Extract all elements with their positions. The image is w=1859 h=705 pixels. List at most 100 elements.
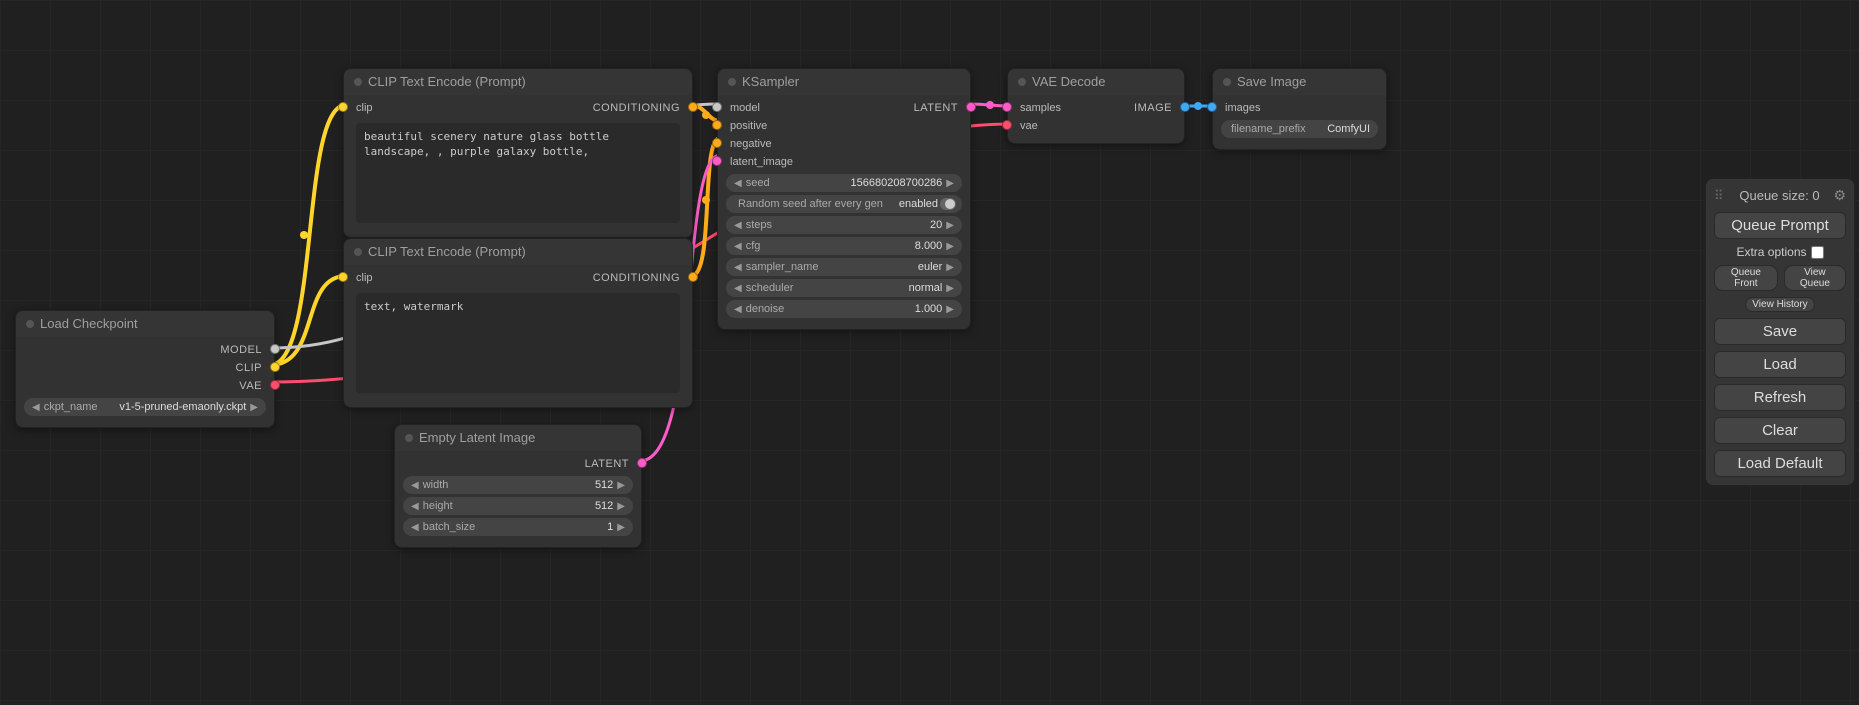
port-image-out[interactable] (1180, 102, 1190, 112)
node-clip-positive[interactable]: CLIP Text Encode (Prompt) clip CONDITION… (343, 68, 693, 238)
arrow-right-icon[interactable]: ▶ (248, 402, 260, 413)
widget-seed[interactable]: ◀seed156680208700286▶ (726, 174, 962, 192)
widget-steps[interactable]: ◀steps20▶ (726, 216, 962, 234)
port-latent-image-in[interactable] (712, 156, 722, 166)
widget-filename-prefix[interactable]: filename_prefix ComfyUI (1221, 120, 1378, 138)
port-latent-out[interactable] (966, 102, 976, 112)
port-vae[interactable] (270, 380, 280, 390)
output-label-image: IMAGE (1134, 102, 1172, 114)
node-title[interactable]: CLIP Text Encode (Prompt) (344, 239, 692, 265)
collapse-dot-icon[interactable] (1223, 78, 1231, 86)
arrow-right-icon[interactable]: ▶ (615, 522, 627, 533)
widget-label: height (423, 500, 453, 512)
arrow-left-icon[interactable]: ◀ (732, 241, 744, 252)
collapse-dot-icon[interactable] (405, 434, 413, 442)
collapse-dot-icon[interactable] (26, 320, 34, 328)
port-positive-in[interactable] (712, 120, 722, 130)
port-images-in[interactable] (1207, 102, 1217, 112)
port-vae-in[interactable] (1002, 120, 1012, 130)
port-clip-in[interactable] (338, 102, 348, 112)
output-label-conditioning: CONDITIONING (593, 272, 680, 284)
queue-front-button[interactable]: Queue Front (1714, 265, 1778, 291)
port-clip[interactable] (270, 362, 280, 372)
widget-value: v1-5-pruned-emaonly.ckpt (119, 401, 246, 413)
port-clip-in[interactable] (338, 272, 348, 282)
toggle-icon[interactable] (940, 198, 956, 210)
control-panel[interactable]: ⠿ Queue size: 0 ⚙ Queue Prompt Extra opt… (1705, 178, 1855, 486)
save-button[interactable]: Save (1714, 318, 1846, 345)
node-empty-latent[interactable]: Empty Latent Image LATENT ◀width512▶ ◀he… (394, 424, 642, 548)
widget-label: batch_size (423, 521, 476, 533)
widget-width[interactable]: ◀width512▶ (403, 476, 633, 494)
node-vae-decode[interactable]: VAE Decode samplesIMAGE vae (1007, 68, 1185, 144)
refresh-button[interactable]: Refresh (1714, 384, 1846, 411)
widget-value: 8.000 (915, 240, 943, 252)
collapse-dot-icon[interactable] (354, 78, 362, 86)
port-conditioning-out[interactable] (688, 102, 698, 112)
arrow-right-icon[interactable]: ▶ (944, 262, 956, 273)
extra-options-checkbox[interactable] (1811, 246, 1824, 259)
widget-sampler-name[interactable]: ◀sampler_nameeuler▶ (726, 258, 962, 276)
prompt-textarea[interactable]: text, watermark (356, 293, 680, 393)
arrow-left-icon[interactable]: ◀ (732, 283, 744, 294)
load-default-button[interactable]: Load Default (1714, 450, 1846, 477)
arrow-right-icon[interactable]: ▶ (944, 241, 956, 252)
node-title[interactable]: Empty Latent Image (395, 425, 641, 451)
widget-batch-size[interactable]: ◀batch_size1▶ (403, 518, 633, 536)
widget-label: ckpt_name (44, 401, 98, 413)
port-model-in[interactable] (712, 102, 722, 112)
node-clip-negative[interactable]: CLIP Text Encode (Prompt) clip CONDITION… (343, 238, 693, 408)
view-queue-button[interactable]: View Queue (1784, 265, 1846, 291)
arrow-left-icon[interactable]: ◀ (409, 501, 421, 512)
widget-label: Random seed after every gen (738, 198, 883, 210)
view-history-button[interactable]: View History (1745, 297, 1814, 312)
widget-scheduler[interactable]: ◀schedulernormal▶ (726, 279, 962, 297)
arrow-left-icon[interactable]: ◀ (732, 304, 744, 315)
arrow-left-icon[interactable]: ◀ (732, 220, 744, 231)
widget-ckpt-name[interactable]: ◀ ckpt_name v1-5-pruned-emaonly.ckpt ▶ (24, 398, 266, 416)
arrow-right-icon[interactable]: ▶ (615, 501, 627, 512)
node-title[interactable]: Save Image (1213, 69, 1386, 95)
widget-value: 156680208700286 (851, 177, 943, 189)
arrow-left-icon[interactable]: ◀ (732, 262, 744, 273)
arrow-left-icon[interactable]: ◀ (409, 522, 421, 533)
port-negative-in[interactable] (712, 138, 722, 148)
node-save-image[interactable]: Save Image images filename_prefix ComfyU… (1212, 68, 1387, 150)
widget-label: scheduler (746, 282, 794, 294)
drag-handle-icon[interactable]: ⠿ (1714, 188, 1726, 204)
node-title[interactable]: VAE Decode (1008, 69, 1184, 95)
clear-button[interactable]: Clear (1714, 417, 1846, 444)
widget-random-seed-toggle[interactable]: Random seed after every genenabled (726, 195, 962, 213)
gear-icon[interactable]: ⚙ (1833, 187, 1846, 204)
collapse-dot-icon[interactable] (354, 248, 362, 256)
node-ksampler[interactable]: KSampler modelLATENT positive negative l… (717, 68, 971, 330)
arrow-right-icon[interactable]: ▶ (615, 480, 627, 491)
prompt-textarea[interactable]: beautiful scenery nature glass bottle la… (356, 123, 680, 223)
output-label-latent: LATENT (585, 458, 629, 470)
arrow-right-icon[interactable]: ▶ (944, 304, 956, 315)
widget-height[interactable]: ◀height512▶ (403, 497, 633, 515)
port-model[interactable] (270, 344, 280, 354)
queue-prompt-button[interactable]: Queue Prompt (1714, 212, 1846, 239)
input-label-negative: negative (730, 138, 772, 150)
node-title[interactable]: CLIP Text Encode (Prompt) (344, 69, 692, 95)
collapse-dot-icon[interactable] (1018, 78, 1026, 86)
arrow-right-icon[interactable]: ▶ (944, 220, 956, 231)
node-title[interactable]: Load Checkpoint (16, 311, 274, 337)
collapse-dot-icon[interactable] (728, 78, 736, 86)
widget-denoise[interactable]: ◀denoise1.000▶ (726, 300, 962, 318)
widget-label: cfg (746, 240, 761, 252)
port-samples-in[interactable] (1002, 102, 1012, 112)
node-load-checkpoint[interactable]: Load Checkpoint MODEL CLIP VAE ◀ ckpt_na… (15, 310, 275, 428)
arrow-right-icon[interactable]: ▶ (944, 283, 956, 294)
port-latent-out[interactable] (637, 458, 647, 468)
arrow-right-icon[interactable]: ▶ (944, 178, 956, 189)
arrow-left-icon[interactable]: ◀ (30, 402, 42, 413)
port-conditioning-out[interactable] (688, 272, 698, 282)
arrow-left-icon[interactable]: ◀ (409, 480, 421, 491)
input-label-latent-image: latent_image (730, 156, 793, 168)
widget-cfg[interactable]: ◀cfg 8.000▶ (726, 237, 962, 255)
load-button[interactable]: Load (1714, 351, 1846, 378)
arrow-left-icon[interactable]: ◀ (732, 178, 744, 189)
node-title[interactable]: KSampler (718, 69, 970, 95)
